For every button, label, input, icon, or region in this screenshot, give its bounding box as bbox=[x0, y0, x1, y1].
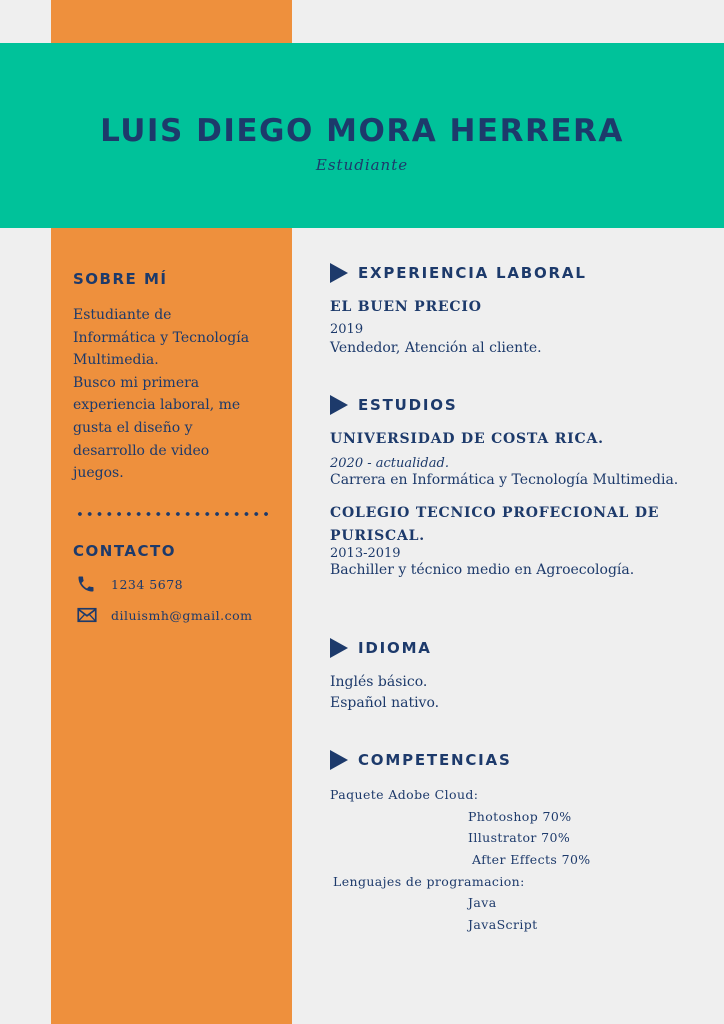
triangle-bullet-icon bbox=[330, 638, 348, 658]
studies-title: ESTUDIOS bbox=[358, 396, 458, 414]
triangle-bullet-icon bbox=[330, 263, 348, 283]
skill-item: JavaScript bbox=[468, 917, 538, 932]
language-title: IDIOMA bbox=[358, 639, 432, 657]
contact-title: CONTACTO bbox=[73, 542, 176, 560]
study-org: UNIVERSIDAD DE COSTA RICA. bbox=[330, 431, 604, 447]
studies-heading: ESTUDIOS bbox=[330, 395, 457, 415]
experience-org: EL BUEN PRECIO bbox=[330, 299, 482, 315]
study-year: 2020 - actualidad. bbox=[330, 456, 449, 471]
language-list: Inglés básico. Español nativo. bbox=[330, 674, 440, 711]
skills-group-adobe: Paquete Adobe Cloud: bbox=[330, 787, 479, 802]
contact-email: diluismh@gmail.com bbox=[76, 605, 253, 625]
experience-heading: EXPERIENCIA LABORAL bbox=[330, 263, 587, 283]
contact-phone: 1234 5678 bbox=[76, 574, 183, 594]
study-desc: Carrera en Informática y Tecnología Mult… bbox=[330, 472, 679, 488]
skills-heading: COMPETENCIAS bbox=[330, 750, 512, 770]
study-org: COLEGIO TECNICO PROFECIONAL DE PURISCAL. bbox=[330, 505, 660, 544]
skill-item: Photoshop 70% bbox=[468, 809, 572, 824]
phone-number: 1234 5678 bbox=[111, 576, 184, 592]
triangle-bullet-icon bbox=[330, 395, 348, 415]
skill-item: Java bbox=[468, 895, 497, 910]
about-title: SOBRE MÍ bbox=[73, 270, 168, 288]
phone-icon bbox=[78, 576, 94, 592]
about-text: Estudiante de Informática y Tecnología M… bbox=[73, 307, 250, 482]
dotted-divider bbox=[75, 510, 270, 518]
study-year: 2013-2019 bbox=[330, 546, 401, 561]
mail-icon bbox=[77, 607, 97, 623]
language-heading: IDIOMA bbox=[330, 638, 432, 658]
study-desc: Bachiller y técnico medio en Agroecologí… bbox=[330, 562, 635, 578]
experience-title: EXPERIENCIA LABORAL bbox=[358, 264, 587, 282]
triangle-bullet-icon bbox=[330, 750, 348, 770]
skill-item: After Effects 70% bbox=[472, 852, 591, 867]
skill-item: Illustrator 70% bbox=[468, 830, 571, 845]
skills-title: COMPETENCIAS bbox=[358, 751, 512, 769]
candidate-role: Estudiante bbox=[315, 156, 409, 174]
experience-year: 2019 bbox=[330, 322, 364, 337]
candidate-name: LUIS DIEGO MORA HERRERA bbox=[100, 113, 624, 149]
skills-group-programming: Lenguajes de programacion: bbox=[333, 874, 525, 889]
experience-desc: Vendedor, Atención al cliente. bbox=[330, 340, 542, 356]
email-address: diluismh@gmail.com bbox=[111, 607, 253, 623]
